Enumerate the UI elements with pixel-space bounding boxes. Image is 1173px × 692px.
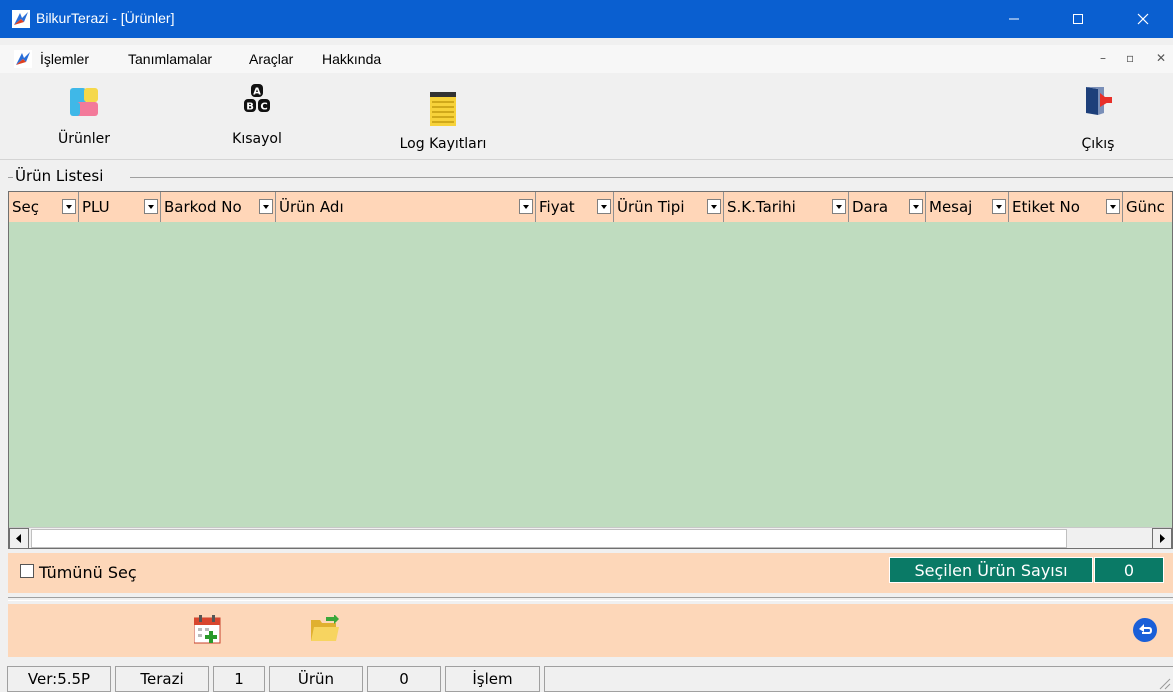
column-filter-icon[interactable] bbox=[259, 199, 273, 214]
select-all-label[interactable]: Tümünü Seç bbox=[39, 563, 137, 582]
svg-text:A: A bbox=[253, 87, 261, 98]
column-header-mesaj[interactable]: Mesaj bbox=[926, 192, 1009, 222]
exit-label: Çıkış bbox=[1081, 136, 1115, 152]
child-minimize-button[interactable]: – bbox=[1100, 51, 1106, 65]
abc-blocks-icon: A B C bbox=[244, 84, 270, 113]
column-filter-icon[interactable] bbox=[992, 199, 1006, 214]
scroll-right-icon bbox=[1160, 534, 1165, 543]
scroll-left-icon bbox=[16, 534, 21, 543]
exit-door-icon bbox=[1086, 87, 1112, 115]
title-bar: BilkurTerazi - [Ürünler] bbox=[0, 0, 1173, 38]
maximize-button[interactable] bbox=[1055, 0, 1101, 38]
product-list-title: Ürün Listesi bbox=[13, 167, 106, 185]
products-label: Ürünler bbox=[57, 131, 110, 147]
colored-blocks-icon bbox=[70, 88, 98, 116]
column-header-guncel[interactable]: Günc bbox=[1123, 192, 1172, 222]
status-scale-label: Terazi bbox=[115, 666, 209, 692]
menu-araclar[interactable]: Araçlar bbox=[249, 51, 293, 67]
child-restore-button[interactable]: ▫ bbox=[1126, 51, 1134, 65]
column-header-urun-adi[interactable]: Ürün Adı bbox=[276, 192, 536, 222]
products-button[interactable]: Ürünler bbox=[42, 73, 126, 159]
menu-hakkinda[interactable]: Hakkında bbox=[322, 51, 381, 67]
status-scale-value: 1 bbox=[213, 666, 265, 692]
selected-count-value: 0 bbox=[1094, 557, 1164, 583]
app-icon bbox=[12, 10, 30, 28]
column-header-etiket-no[interactable]: Etiket No bbox=[1009, 192, 1123, 222]
column-filter-icon[interactable] bbox=[144, 199, 158, 214]
shortcut-button[interactable]: A B C Kısayol bbox=[212, 73, 302, 159]
column-filter-icon[interactable] bbox=[597, 199, 611, 214]
minimize-button[interactable] bbox=[991, 0, 1037, 38]
resize-grip-icon[interactable] bbox=[1158, 677, 1171, 690]
column-header-dara[interactable]: Dara bbox=[849, 192, 926, 222]
column-header-plu[interactable]: PLU bbox=[79, 192, 161, 222]
column-header-sk-tarihi[interactable]: S.K.Tarihi bbox=[724, 192, 849, 222]
menu-bar: İşlemler Tanımlamalar Araçlar Hakkında –… bbox=[0, 45, 1173, 73]
child-close-button[interactable]: ✕ bbox=[1156, 51, 1166, 65]
status-product-label: Ürün bbox=[269, 666, 363, 692]
select-all-checkbox[interactable] bbox=[20, 564, 34, 578]
column-header-sec[interactable]: Seç bbox=[9, 192, 79, 222]
group-border bbox=[130, 177, 1173, 178]
grid-body[interactable] bbox=[9, 222, 1172, 527]
exit-button[interactable]: Çıkış bbox=[1058, 73, 1138, 159]
calendar-add-icon[interactable] bbox=[194, 615, 222, 645]
column-filter-icon[interactable] bbox=[519, 199, 533, 214]
scrollbar-thumb[interactable] bbox=[31, 529, 1067, 548]
column-header-barkod[interactable]: Barkod No bbox=[161, 192, 276, 222]
selected-count-label: Seçilen Ürün Sayısı bbox=[889, 557, 1093, 583]
action-bar bbox=[8, 604, 1173, 657]
grid-header: Seç PLU Barkod No Ürün Adı Fiyat Ürün Ti… bbox=[9, 192, 1172, 223]
close-icon bbox=[1137, 13, 1149, 25]
selection-bar: Tümünü Seç Seçilen Ürün Sayısı 0 bbox=[8, 553, 1173, 593]
svg-text:C: C bbox=[260, 102, 267, 113]
scroll-left-button[interactable] bbox=[9, 528, 29, 548]
product-grid[interactable]: Seç PLU Barkod No Ürün Adı Fiyat Ürün Ti… bbox=[8, 191, 1173, 549]
column-filter-icon[interactable] bbox=[707, 199, 721, 214]
status-version: Ver:5.5P bbox=[7, 666, 111, 692]
log-button[interactable]: Log Kayıtları bbox=[380, 73, 506, 159]
column-filter-icon[interactable] bbox=[62, 199, 76, 214]
divider bbox=[8, 597, 1173, 601]
status-product-value: 0 bbox=[367, 666, 441, 692]
svg-text:B: B bbox=[246, 102, 254, 113]
maximize-icon bbox=[1073, 14, 1083, 24]
column-header-urun-tipi[interactable]: Ürün Tipi bbox=[614, 192, 724, 222]
window-title: BilkurTerazi - [Ürünler] bbox=[36, 10, 175, 26]
status-message bbox=[544, 666, 1173, 692]
column-filter-icon[interactable] bbox=[1106, 199, 1120, 214]
toolbar: Ürünler A B C Kısayol Log Kayıtları Çıkı… bbox=[0, 73, 1173, 160]
back-arrow-icon[interactable] bbox=[1132, 617, 1158, 643]
status-operation-label: İşlem bbox=[445, 666, 540, 692]
column-filter-icon[interactable] bbox=[832, 199, 846, 214]
minimize-icon bbox=[1009, 18, 1019, 20]
status-bar: Ver:5.5P Terazi 1 Ürün 0 İşlem bbox=[0, 663, 1173, 692]
close-button[interactable] bbox=[1120, 0, 1166, 38]
open-folder-icon[interactable] bbox=[310, 615, 340, 643]
log-label: Log Kayıtları bbox=[399, 136, 487, 152]
column-header-fiyat[interactable]: Fiyat bbox=[536, 192, 614, 222]
notepad-icon bbox=[430, 92, 456, 126]
horizontal-scrollbar[interactable] bbox=[9, 527, 1172, 548]
column-filter-icon[interactable] bbox=[909, 199, 923, 214]
child-window-icon[interactable] bbox=[14, 50, 32, 68]
menu-tanimlamalar[interactable]: Tanımlamalar bbox=[128, 51, 212, 67]
shortcut-label: Kısayol bbox=[232, 131, 282, 147]
scroll-right-button[interactable] bbox=[1152, 528, 1172, 548]
menu-islemler[interactable]: İşlemler bbox=[40, 51, 89, 67]
